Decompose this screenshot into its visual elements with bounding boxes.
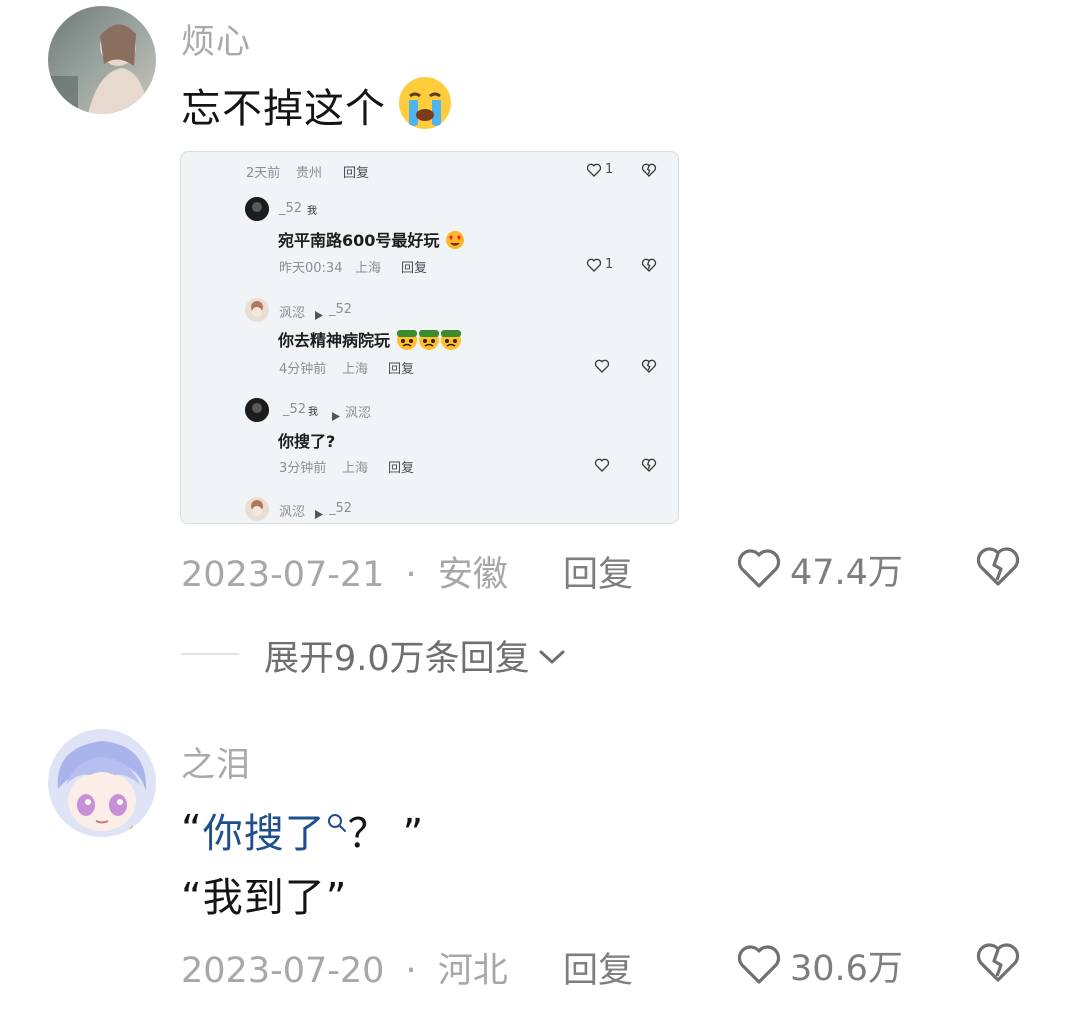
like-button[interactable]: 30.6万 xyxy=(736,940,903,991)
embedded-reply: 回复 xyxy=(388,461,415,476)
embedded-avatar xyxy=(245,298,269,322)
embedded-badge: 我 xyxy=(307,206,317,217)
search-link[interactable]: 你搜了 xyxy=(203,801,326,859)
embedded-reply: 回复 xyxy=(401,261,428,276)
comment-date: 2023-07-20 xyxy=(181,951,385,991)
embedded-time: 4分钟前 xyxy=(279,362,327,377)
user-avatar[interactable] xyxy=(48,6,156,114)
embedded-likes: 1 xyxy=(605,162,614,177)
play-arrow-icon xyxy=(315,305,323,324)
chevron-down-icon xyxy=(538,636,566,676)
like-button[interactable]: 47.4万 xyxy=(736,544,903,595)
embedded-text-content: 你去精神病院玩 xyxy=(278,331,391,350)
embedded-screenshot[interactable]: 2天前 贵州 回复 1 _52 我 宛平南路600号最好玩 昨天00:34 上海… xyxy=(180,151,679,524)
quote-open: “ xyxy=(181,807,203,853)
dislike-button[interactable] xyxy=(975,940,1021,988)
embedded-text: 你搜了? xyxy=(278,432,336,451)
embedded-avatar xyxy=(245,398,269,422)
embedded-text: 你去精神病院玩 xyxy=(278,327,462,355)
embedded-reply: 回复 xyxy=(388,362,415,377)
embedded-badge: 我 xyxy=(308,407,318,418)
broken-heart-icon xyxy=(641,457,657,477)
avatar-image xyxy=(48,729,156,837)
crying-emoji-icon xyxy=(396,74,454,136)
embedded-avatar xyxy=(245,197,269,221)
reply-button[interactable]: 回复 xyxy=(563,546,633,597)
embedded-name: _52 xyxy=(279,201,303,216)
heart-outline-icon xyxy=(736,942,782,990)
embedded-name: 沨涊 xyxy=(279,306,306,321)
comment-location: 安徽 xyxy=(437,555,508,595)
embedded-location: 上海 xyxy=(355,261,382,276)
embedded-time: 2天前 xyxy=(246,166,281,181)
heart-outline-icon xyxy=(594,358,610,378)
heart-outline-icon xyxy=(594,457,610,477)
avatar-image xyxy=(48,6,156,114)
embedded-location: 贵州 xyxy=(296,166,323,181)
comment-username[interactable]: 之泪 xyxy=(181,737,251,786)
expand-replies-label: 展开9.0万条回复 xyxy=(264,639,530,679)
like-count: 30.6万 xyxy=(790,949,903,989)
embedded-target: _52 xyxy=(329,302,353,317)
embedded-avatar xyxy=(245,497,269,521)
heart-outline-icon xyxy=(586,162,602,182)
embedded-likes: 1 xyxy=(605,257,614,272)
broken-heart-icon xyxy=(975,943,1021,988)
embedded-name: 沨涊 xyxy=(279,505,306,520)
play-arrow-icon xyxy=(332,406,340,425)
broken-heart-icon xyxy=(641,358,657,378)
embedded-location: 上海 xyxy=(342,362,369,377)
comment-body: 忘不掉这个 xyxy=(181,74,454,136)
embedded-time: 3分钟前 xyxy=(279,461,327,476)
replies-divider xyxy=(181,653,239,655)
embedded-location: 上海 xyxy=(342,461,369,476)
embedded-name: _52 xyxy=(283,402,307,417)
comment-meta: 2023-07-20 · 河北 xyxy=(181,942,508,993)
user-avatar[interactable] xyxy=(48,729,156,837)
quote-close: ？ ” xyxy=(347,811,425,857)
comment-username[interactable]: 烦心 xyxy=(181,14,251,63)
comment-text-line2: “我到了” xyxy=(181,875,348,921)
angry-emoji-icon xyxy=(396,329,462,355)
comment-text: 忘不掉这个 xyxy=(181,86,386,132)
broken-heart-icon xyxy=(975,547,1021,592)
heart-outline-icon xyxy=(736,546,782,594)
expand-replies-button[interactable]: 展开9.0万条回复 xyxy=(264,630,566,681)
search-icon[interactable] xyxy=(326,798,348,844)
embedded-target: 沨涊 xyxy=(345,406,372,421)
meta-separator: · xyxy=(405,555,417,595)
embedded-text: 宛平南路600号最好玩 xyxy=(278,227,465,254)
embedded-text-content: 宛平南路600号最好玩 xyxy=(278,231,440,250)
broken-heart-icon xyxy=(641,257,657,277)
reply-button[interactable]: 回复 xyxy=(563,942,633,993)
comment-location: 河北 xyxy=(437,951,508,991)
heart-outline-icon xyxy=(586,257,602,277)
comment-meta: 2023-07-21 · 安徽 xyxy=(181,546,508,597)
meta-separator: · xyxy=(405,951,417,991)
heart-eyes-emoji-icon xyxy=(445,230,465,254)
comment-date: 2023-07-21 xyxy=(181,555,385,595)
embedded-target: _52 xyxy=(329,501,353,516)
embedded-time: 昨天00:34 xyxy=(279,261,343,276)
like-count: 47.4万 xyxy=(790,553,903,593)
dislike-button[interactable] xyxy=(975,544,1021,592)
broken-heart-icon xyxy=(641,162,657,182)
play-arrow-icon xyxy=(315,504,323,523)
embedded-reply: 回复 xyxy=(343,166,370,181)
comment-text-line1: “ 你搜了 ？ ” xyxy=(181,801,424,859)
